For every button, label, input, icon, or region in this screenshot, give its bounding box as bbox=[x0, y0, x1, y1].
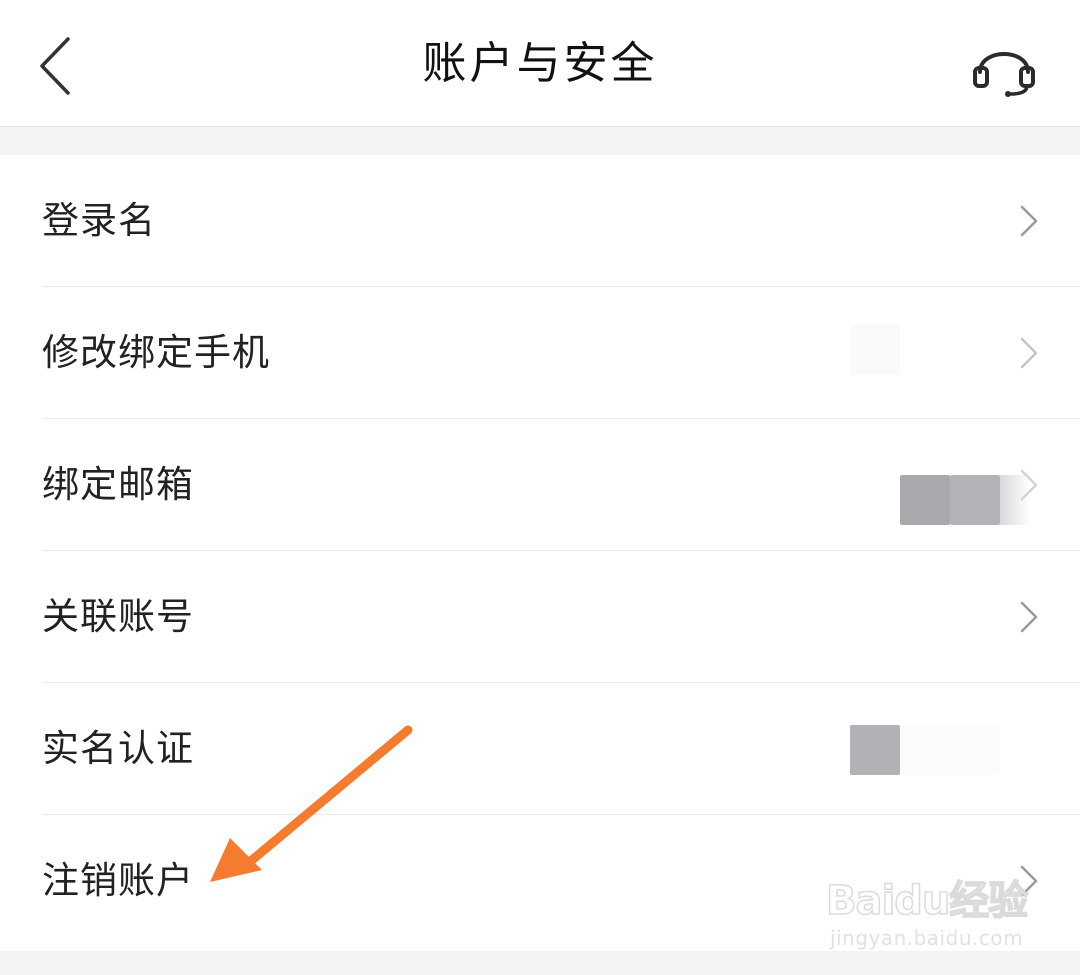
header-bar: 账户与安全 bbox=[0, 0, 1080, 127]
page-title: 账户与安全 bbox=[422, 38, 658, 89]
row-delete-account[interactable]: 注销账户 bbox=[0, 815, 1080, 947]
row-linked-accounts[interactable]: 关联账号 bbox=[0, 551, 1080, 683]
row-change-phone[interactable]: 修改绑定手机 bbox=[0, 287, 1080, 419]
masked-value bbox=[900, 725, 1000, 775]
row-bind-email[interactable]: 绑定邮箱 bbox=[0, 419, 1080, 551]
row-real-name-verification[interactable]: 实名认证 bbox=[0, 683, 1080, 815]
chevron-right-icon bbox=[1020, 469, 1038, 501]
settings-list: 登录名 修改绑定手机 绑定邮箱 关联账号 实名认证 注销账户 bbox=[0, 155, 1080, 951]
row-login-name[interactable]: 登录名 bbox=[0, 155, 1080, 287]
row-label: 绑定邮箱 bbox=[42, 463, 194, 506]
row-label: 登录名 bbox=[42, 199, 156, 242]
row-label: 实名认证 bbox=[42, 727, 194, 770]
row-label: 修改绑定手机 bbox=[42, 331, 270, 374]
masked-value bbox=[850, 325, 900, 375]
chevron-right-icon bbox=[1020, 865, 1038, 897]
masked-value bbox=[850, 725, 900, 775]
masked-value bbox=[900, 475, 950, 525]
chevron-right-icon bbox=[1020, 205, 1038, 237]
chevron-right-icon bbox=[1020, 601, 1038, 633]
customer-service-button[interactable] bbox=[966, 36, 1042, 98]
masked-value bbox=[950, 475, 1000, 525]
row-label: 注销账户 bbox=[42, 859, 194, 902]
chevron-right-icon bbox=[1020, 337, 1038, 369]
row-label: 关联账号 bbox=[42, 595, 194, 638]
headset-icon bbox=[973, 52, 1035, 97]
